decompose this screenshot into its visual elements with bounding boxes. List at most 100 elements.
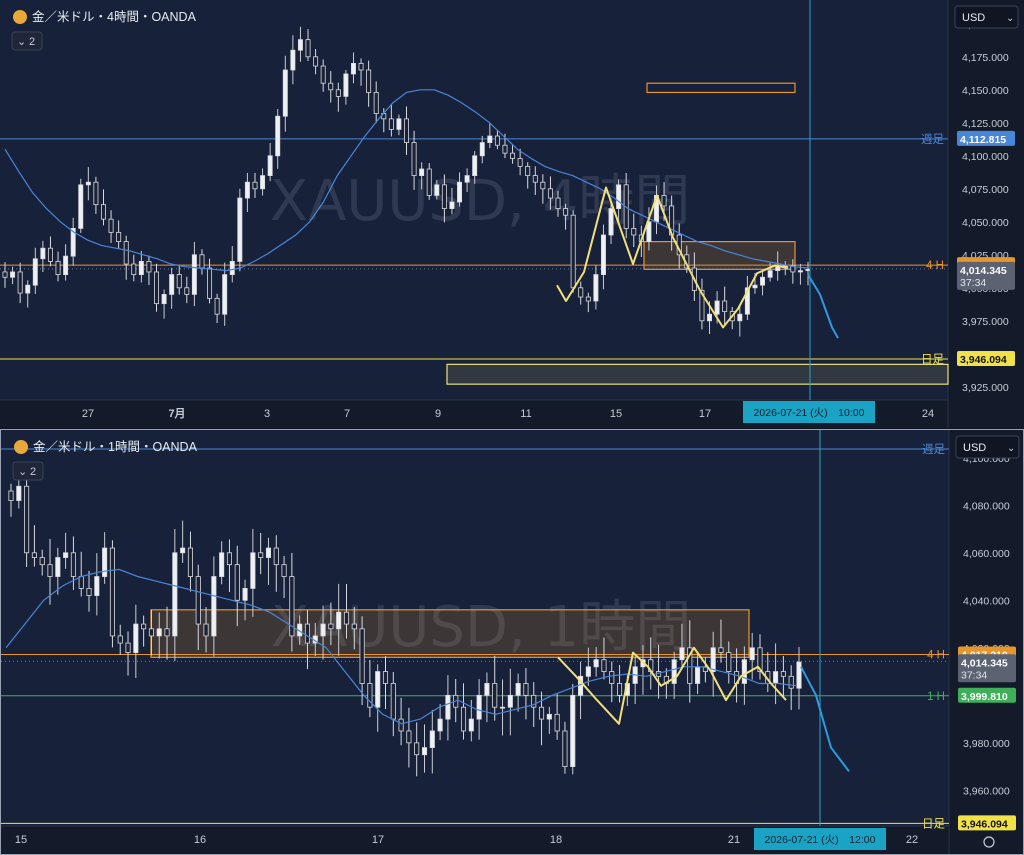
candle-body	[304, 623, 311, 644]
candle-body	[125, 642, 131, 653]
candle-body	[390, 683, 396, 720]
candle-body	[328, 623, 334, 630]
candle-body	[722, 300, 728, 312]
candle-body	[540, 181, 546, 190]
candle-body	[517, 158, 523, 167]
candle-body	[116, 231, 122, 243]
y-tick-label: 3,975.000	[962, 316, 1009, 328]
candle-body	[429, 730, 435, 748]
level-price-value: 3,999.810	[961, 691, 1008, 703]
candle-body	[47, 564, 53, 577]
candle-body	[195, 576, 201, 625]
candle-body	[554, 713, 560, 732]
y-tick-label: 4,060.000	[963, 548, 1010, 560]
chevron-down-icon: ⌄	[1007, 443, 1015, 454]
candle-body	[297, 39, 303, 51]
candle-body	[796, 661, 802, 689]
candle-body	[70, 552, 76, 577]
candle-body	[593, 659, 599, 668]
candle-body	[47, 247, 53, 262]
candle-body	[17, 271, 23, 294]
y-tick-label: 4,050.000	[962, 217, 1009, 229]
candle-body	[437, 718, 443, 732]
candle-body	[464, 175, 470, 183]
candle-body	[267, 155, 273, 177]
y-tick-label: 3,980.000	[963, 738, 1010, 750]
candle-body	[141, 623, 147, 630]
indicator-count: 2	[29, 36, 35, 48]
candle-body	[472, 155, 478, 177]
candle-body	[421, 747, 428, 756]
chart-title: 金／米ドル・4時間・OANDA	[32, 9, 197, 24]
candle-body	[718, 647, 724, 653]
x-tick-label: 11	[520, 408, 531, 420]
candle-body	[726, 652, 732, 672]
candle-body	[237, 197, 243, 262]
candle-body	[515, 683, 521, 696]
candle-body	[123, 241, 129, 265]
x-tick-label: 27	[82, 408, 94, 420]
candle-body	[133, 623, 139, 653]
candle-body	[411, 142, 417, 177]
candle-body	[617, 683, 623, 696]
candle-body	[547, 188, 553, 199]
level-price-value: 4,112.815	[960, 134, 1006, 146]
crosshair-time-label: 2026-07-21 (火) 10:00	[754, 407, 865, 419]
candle-body	[102, 547, 108, 577]
candle-body	[252, 181, 258, 190]
candle-body	[406, 730, 412, 744]
candle-body	[138, 260, 144, 275]
candle-body	[24, 485, 30, 554]
candle-body	[16, 485, 22, 501]
candle-body	[775, 266, 781, 272]
level-price-value: 3,946.094	[961, 818, 1008, 830]
candle-body	[180, 547, 186, 554]
candle-body	[219, 552, 225, 577]
candle-body	[214, 297, 220, 315]
candle-body	[265, 547, 272, 558]
chart-1h-svg[interactable]: XAUUSD, 1時間4,100.0004,080.0004,060.0004,…	[1, 430, 1023, 854]
candle-body	[86, 588, 92, 596]
y-tick-label: 4,100.000	[962, 151, 1009, 163]
candle-body	[40, 247, 46, 260]
candle-body	[366, 69, 372, 93]
level-name: 1 H	[927, 691, 945, 703]
candle-body	[313, 56, 319, 67]
candle-body	[468, 718, 474, 732]
candle-body	[207, 267, 213, 299]
candle-body	[797, 270, 803, 273]
candle-body	[131, 263, 137, 276]
last-price-value: 4,014.345	[961, 657, 1008, 669]
candle-body	[187, 547, 193, 577]
candle-body	[601, 659, 607, 672]
oanda-logo-icon	[14, 440, 28, 454]
candle-body	[609, 671, 615, 684]
x-tick-label: 7	[344, 408, 350, 420]
chart-4h-svg[interactable]: XAUUSD, 4時間4,200.0004,175.0004,150.0004,…	[0, 0, 1024, 428]
countdown: 37:34	[961, 669, 987, 681]
x-tick-label: 21	[728, 834, 740, 846]
x-tick-label: 7月	[168, 407, 185, 420]
candle-body	[78, 576, 84, 589]
candle-body	[164, 628, 170, 637]
x-tick-label: 9	[435, 408, 441, 420]
x-tick-label: 15	[610, 408, 622, 420]
indicator-count: 2	[30, 466, 36, 478]
candle-body	[767, 270, 773, 278]
crosshair-time-label: 2026-07-21 (火) 12:00	[765, 834, 876, 846]
candle-body	[396, 118, 402, 130]
chart-4h-panel[interactable]: XAUUSD, 4時間4,200.0004,175.0004,150.0004,…	[0, 0, 1024, 428]
y-tick-label: 4,040.000	[963, 595, 1010, 607]
candle-body	[94, 576, 100, 596]
x-tick-label: 17	[699, 408, 711, 420]
chart-1h-panel[interactable]: XAUUSD, 1時間4,100.0004,080.0004,060.0004,…	[0, 429, 1024, 855]
candle-body	[760, 276, 766, 286]
candle-body	[532, 175, 538, 183]
candle-body	[78, 184, 84, 229]
candle-body	[507, 694, 513, 708]
candle-body	[358, 63, 364, 71]
candle-body	[773, 671, 779, 684]
candle-body	[570, 694, 576, 768]
candle-body	[502, 144, 508, 154]
candle-body	[449, 201, 455, 209]
